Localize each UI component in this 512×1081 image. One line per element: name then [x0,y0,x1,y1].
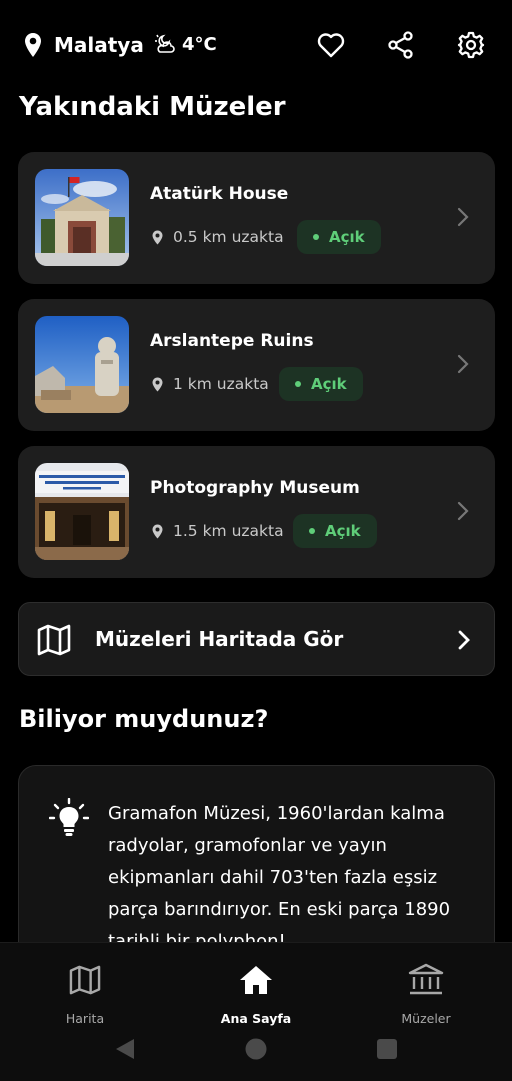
distance-text: 1 km uzakta [173,375,269,393]
nav-item-museums[interactable]: Müzeler [366,961,486,1026]
museum-distance: 0.5 km uzakta [152,228,284,246]
distance-text: 1.5 km uzakta [173,522,284,540]
share-icon [388,31,413,59]
museum-card-arslantepe-ruins[interactable]: Arslantepe Ruins 1 km uzakta Açık [18,299,495,431]
chevron-right-icon [457,207,469,227]
location-pin-icon [152,524,163,538]
recents-icon[interactable] [376,1038,398,1060]
nav-item-home[interactable]: Ana Sayfa [196,961,316,1026]
museum-name: Arslantepe Ruins [150,331,314,351]
home-circle-icon[interactable] [245,1038,267,1060]
museum-name: Photography Museum [150,478,360,498]
favorite-button[interactable] [314,28,348,62]
view-on-map-label: Müzeleri Haritada Gör [95,627,344,651]
status-text: Açık [311,375,347,393]
chevron-right-icon [458,630,470,650]
gear-icon [457,31,485,59]
status-badge: Açık [279,367,363,401]
museum-thumbnail [35,169,129,266]
status-badge: Açık [293,514,377,548]
fact-text: Gramafon Müzesi, 1960'lardan kalma radyo… [108,803,451,952]
map-icon [37,624,71,656]
museum-thumbnail [35,463,129,560]
nearby-museums-heading: Yakındaki Müzeler [19,92,286,122]
museum-card-ataturk-house[interactable]: Atatürk House 0.5 km uzakta Açık [18,152,495,284]
museum-distance: 1.5 km uzakta [152,522,284,540]
chevron-right-icon [457,501,469,521]
did-you-know-heading: Biliyor muydunuz? [19,705,269,733]
settings-button[interactable] [454,28,488,62]
view-on-map-button[interactable]: Müzeleri Haritada Gör [18,602,495,676]
home-icon [240,966,272,994]
museum-icon [408,963,444,995]
heart-icon [317,33,345,58]
top-bar: Malatya 4°C [0,0,512,90]
weather: 4°C [154,33,217,55]
city-name: Malatya [54,33,144,57]
museum-card-photography-museum[interactable]: Photography Museum 1.5 km uzakta Açık [18,446,495,578]
museum-name: Atatürk House [150,184,289,204]
status-text: Açık [329,228,365,246]
lightbulb-icon [49,798,89,836]
share-button[interactable] [384,28,418,62]
status-text: Açık [325,522,361,540]
status-badge: Açık [297,220,381,254]
distance-text: 0.5 km uzakta [173,228,284,246]
location[interactable]: Malatya [24,32,144,58]
chevron-right-icon [457,354,469,374]
status-dot [313,234,319,240]
museum-distance: 1 km uzakta [152,375,269,393]
status-dot [295,381,301,387]
location-pin-icon [25,33,41,57]
nav-item-map[interactable]: Harita [25,961,145,1026]
status-dot [309,528,315,534]
map-icon [69,965,101,995]
system-navigation-bar [0,1020,512,1076]
temperature: 4°C [182,33,217,55]
location-pin-icon [152,230,163,244]
museum-thumbnail [35,316,129,413]
location-pin-icon [152,377,163,391]
back-icon[interactable] [114,1038,136,1060]
partly-cloudy-night-icon [155,34,175,53]
